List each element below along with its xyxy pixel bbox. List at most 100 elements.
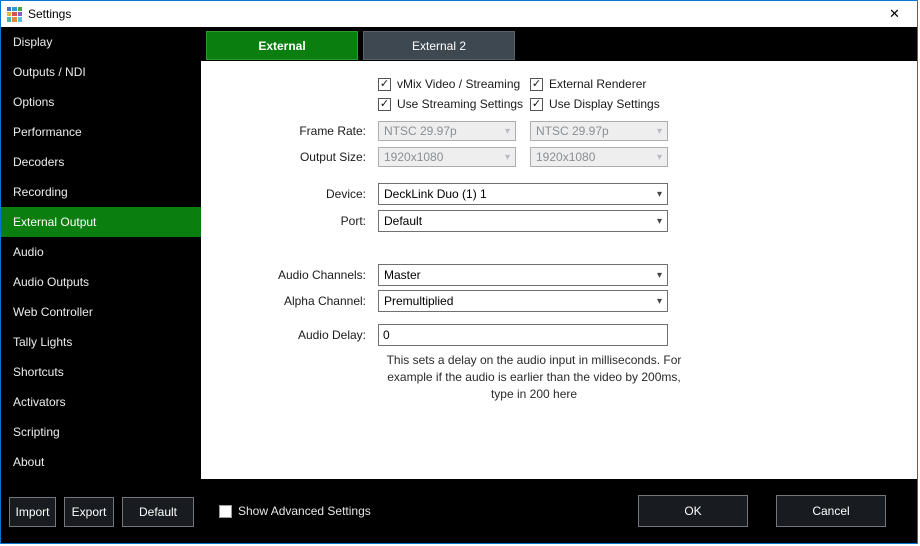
import-button[interactable]: Import xyxy=(9,497,56,527)
select-value: 1920x1080 xyxy=(384,150,443,164)
audio-channels-row: Audio Channels: Master ▾ xyxy=(201,264,917,286)
sidebar-item-label: Recording xyxy=(13,185,68,199)
audio-delay-row: Audio Delay: xyxy=(201,324,917,346)
checkbox-box-icon: ✓ xyxy=(530,78,543,91)
chevron-down-icon: ▾ xyxy=(652,270,667,281)
main-area: External External 2 ✓ vMix Video / Strea… xyxy=(201,27,917,543)
checkbox-label: Use Display Settings xyxy=(549,97,660,111)
checkbox-label: Show Advanced Settings xyxy=(238,504,371,518)
title-bar: Settings ✕ xyxy=(1,1,917,27)
sidebar-item-label: Activators xyxy=(13,395,66,409)
sidebar-item-performance[interactable]: Performance xyxy=(1,117,201,147)
chevron-down-icon: ▾ xyxy=(652,152,667,163)
window-body: Display Outputs / NDI Options Performanc… xyxy=(1,27,917,543)
device-row: Device: DeckLink Duo (1) 1 ▾ xyxy=(201,183,917,205)
sidebar-item-label: Decoders xyxy=(13,155,64,169)
select-value: Premultiplied xyxy=(384,294,453,308)
sidebar-item-label: Web Controller xyxy=(13,305,93,319)
chevron-down-icon: ▾ xyxy=(652,126,667,137)
check-icon: ✓ xyxy=(380,99,389,110)
form-panel: ✓ vMix Video / Streaming ✓ External Rend… xyxy=(201,61,917,479)
cancel-button[interactable]: Cancel xyxy=(776,495,886,527)
sidebar-item-label: Scripting xyxy=(13,425,60,439)
sidebar: Display Outputs / NDI Options Performanc… xyxy=(1,27,201,543)
sidebar-item-label: External Output xyxy=(13,215,96,229)
checkbox-box-icon: ✓ xyxy=(378,98,391,111)
tab-external-2[interactable]: External 2 xyxy=(363,31,515,60)
sidebar-item-shortcuts[interactable]: Shortcuts xyxy=(1,357,201,387)
vmix-logo-icon xyxy=(7,7,22,22)
checkbox-external-renderer[interactable]: ✓ External Renderer xyxy=(530,77,646,91)
checkbox-label: Use Streaming Settings xyxy=(397,97,523,111)
footer-bar: Show Advanced Settings OK Cancel xyxy=(201,479,917,543)
sidebar-item-scripting[interactable]: Scripting xyxy=(1,417,201,447)
sidebar-item-outputs-ndi[interactable]: Outputs / NDI xyxy=(1,57,201,87)
export-button[interactable]: Export xyxy=(64,497,114,527)
chevron-down-icon: ▾ xyxy=(652,189,667,200)
output-size-select-1: 1920x1080 ▾ xyxy=(378,147,516,167)
checkbox-row-1: ✓ vMix Video / Streaming ✓ External Rend… xyxy=(201,77,917,91)
checkbox-box-icon: ✓ xyxy=(530,98,543,111)
checkbox-box-icon xyxy=(219,505,232,518)
sidebar-item-label: Shortcuts xyxy=(13,365,64,379)
sidebar-item-about[interactable]: About xyxy=(1,447,201,477)
sidebar-item-label: Performance xyxy=(13,125,82,139)
port-select[interactable]: Default ▾ xyxy=(378,210,668,232)
audio-delay-input[interactable] xyxy=(378,324,668,346)
settings-window: Settings ✕ Display Outputs / NDI Options… xyxy=(0,0,918,544)
sidebar-item-recording[interactable]: Recording xyxy=(1,177,201,207)
output-size-label: Output Size: xyxy=(201,150,366,164)
check-icon: ✓ xyxy=(532,99,541,110)
chevron-down-icon: ▾ xyxy=(500,152,515,163)
sidebar-item-label: Outputs / NDI xyxy=(13,65,86,79)
port-row: Port: Default ▾ xyxy=(201,210,917,232)
sidebar-item-decoders[interactable]: Decoders xyxy=(1,147,201,177)
checkbox-show-advanced-settings[interactable]: Show Advanced Settings xyxy=(219,504,371,518)
sidebar-item-tally-lights[interactable]: Tally Lights xyxy=(1,327,201,357)
port-label: Port: xyxy=(201,214,366,228)
sidebar-item-external-output[interactable]: External Output xyxy=(1,207,201,237)
select-value: DeckLink Duo (1) 1 xyxy=(384,187,487,201)
default-button[interactable]: Default xyxy=(122,497,194,527)
check-icon: ✓ xyxy=(380,79,389,90)
select-value: 1920x1080 xyxy=(536,150,595,164)
device-select[interactable]: DeckLink Duo (1) 1 ▾ xyxy=(378,183,668,205)
check-icon: ✓ xyxy=(532,79,541,90)
frame-rate-select-2: NTSC 29.97p ▾ xyxy=(530,121,668,141)
select-value: NTSC 29.97p xyxy=(536,124,609,138)
device-label: Device: xyxy=(201,187,366,201)
alpha-channel-row: Alpha Channel: Premultiplied ▾ xyxy=(201,290,917,312)
frame-rate-row: Frame Rate: NTSC 29.97p ▾ NTSC 29.97p ▾ xyxy=(201,121,917,141)
checkbox-vmix-video-streaming[interactable]: ✓ vMix Video / Streaming xyxy=(378,77,530,91)
frame-rate-select-1: NTSC 29.97p ▾ xyxy=(378,121,516,141)
checkbox-label: vMix Video / Streaming xyxy=(397,77,520,91)
close-icon[interactable]: ✕ xyxy=(872,1,917,27)
tab-external[interactable]: External xyxy=(206,31,358,60)
output-size-row: Output Size: 1920x1080 ▾ 1920x1080 ▾ xyxy=(201,147,917,167)
ok-button[interactable]: OK xyxy=(638,495,748,527)
chevron-down-icon: ▾ xyxy=(652,296,667,307)
audio-channels-label: Audio Channels: xyxy=(201,268,366,282)
audio-delay-help-text: This sets a delay on the audio input in … xyxy=(378,352,690,402)
sidebar-item-audio-outputs[interactable]: Audio Outputs xyxy=(1,267,201,297)
checkbox-use-streaming-settings[interactable]: ✓ Use Streaming Settings xyxy=(378,97,530,111)
audio-delay-label: Audio Delay: xyxy=(201,328,366,342)
sidebar-item-label: Audio xyxy=(13,245,44,259)
sidebar-item-label: Display xyxy=(13,35,52,49)
sidebar-item-label: About xyxy=(13,455,44,469)
alpha-channel-select[interactable]: Premultiplied ▾ xyxy=(378,290,668,312)
sidebar-item-options[interactable]: Options xyxy=(1,87,201,117)
checkbox-use-display-settings[interactable]: ✓ Use Display Settings xyxy=(530,97,660,111)
sidebar-item-label: Tally Lights xyxy=(13,335,72,349)
sidebar-item-audio[interactable]: Audio xyxy=(1,237,201,267)
frame-rate-label: Frame Rate: xyxy=(201,124,366,138)
sidebar-item-web-controller[interactable]: Web Controller xyxy=(1,297,201,327)
sidebar-item-activators[interactable]: Activators xyxy=(1,387,201,417)
select-value: NTSC 29.97p xyxy=(384,124,457,138)
checkbox-row-2: ✓ Use Streaming Settings ✓ Use Display S… xyxy=(201,97,917,111)
alpha-channel-label: Alpha Channel: xyxy=(201,294,366,308)
sidebar-item-display[interactable]: Display xyxy=(1,27,201,57)
audio-channels-select[interactable]: Master ▾ xyxy=(378,264,668,286)
output-size-select-2: 1920x1080 ▾ xyxy=(530,147,668,167)
select-value: Default xyxy=(384,214,422,228)
